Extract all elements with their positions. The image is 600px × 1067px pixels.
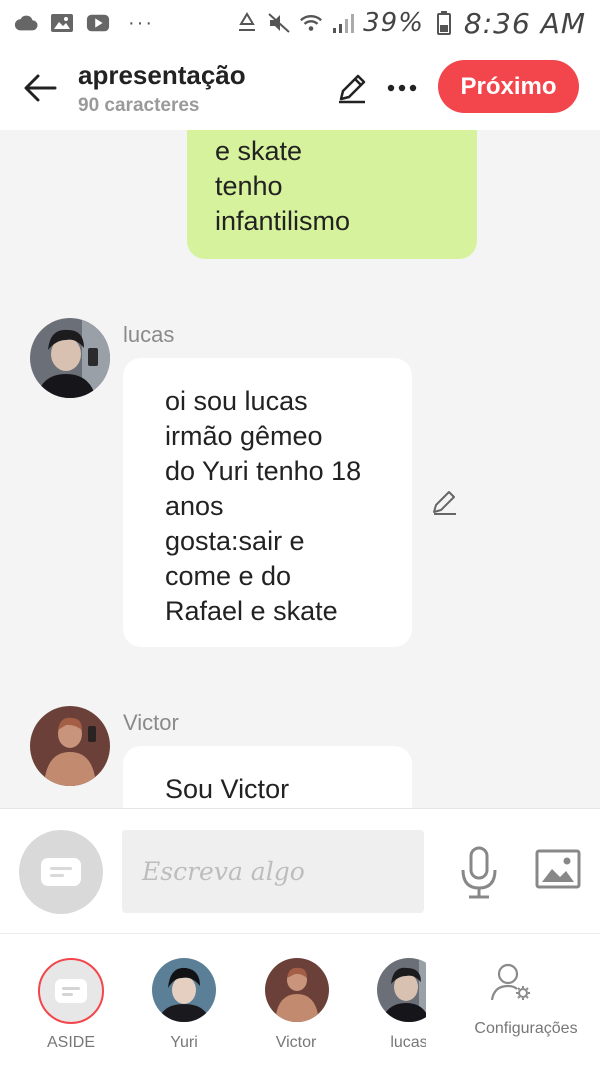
message-line: come e do [165,561,292,591]
character-lucas[interactable]: lucas [352,934,426,1067]
status-bar: ··· 39% 8:36 AM [0,0,600,46]
character-aside[interactable]: ASIDE [16,934,126,1067]
character-select-button[interactable] [19,830,103,914]
status-bar-left: ··· [14,12,154,35]
message-line: e skate [215,136,303,166]
character-count: 90 caracteres [78,94,200,116]
back-arrow-icon[interactable] [20,68,60,108]
mute-icon [267,13,291,33]
avatar-lucas-small [377,958,426,1022]
avatar-victor-small [265,958,329,1022]
chat-area[interactable]: e skate tenho infantilismo lucas oi sou … [0,130,600,808]
next-button[interactable]: Próximo [438,60,579,113]
composer: Escreva algo [0,808,600,933]
pencil-icon[interactable] [334,70,370,106]
signal-icon [331,13,355,33]
character-victor[interactable]: Victor [241,934,351,1067]
message-line: oi sou lucas [165,386,308,416]
aside-icon [38,958,104,1024]
message-bubble: Sou Victor [123,746,412,808]
message-bubble-own: e skate tenho infantilismo [187,130,477,259]
title-block: apresentação 90 caracteres [78,60,246,117]
message-line: irmão gêmeo [165,421,323,451]
message-line: Sou Victor [165,774,290,804]
app-header: apresentação 90 caracteres Próximo [0,46,600,130]
cloud-icon [14,13,38,33]
recycle-icon [235,12,259,33]
page-title: apresentação [78,59,246,90]
battery-icon [432,11,456,35]
avatar-yuri [152,958,216,1022]
status-bar-right: 39% 8:36 AM [235,7,586,40]
message-line: infantilismo [215,206,351,236]
more-options-icon[interactable] [384,70,420,106]
message-line: gosta:sair e [165,526,305,556]
character-label: Yuri [170,1034,198,1051]
battery-percent: 39% [363,8,424,38]
sender-name: lucas [123,322,175,347]
character-label: Victor [275,1034,317,1051]
settings-label: Configurações [474,1020,578,1037]
youtube-icon [86,13,110,33]
more-notifications-icon: ··· [128,11,154,34]
message-line: tenho [215,171,283,201]
character-label: ASIDE [46,1034,95,1051]
microphone-icon[interactable] [458,845,500,901]
character-bar: ASIDE Yuri Victor lucas Configurações [0,933,600,1067]
image-upload-icon[interactable] [535,849,581,889]
settings-button[interactable]: Configurações [456,934,596,1067]
sender-name: Victor [123,710,179,735]
clock: 8:36 AM [463,6,586,40]
user-settings-icon [490,962,532,1002]
character-label: lucas [390,1034,426,1051]
image-icon [50,13,74,33]
wifi-icon [299,13,323,33]
message-line: do Yuri tenho 18 [165,456,362,486]
message-line: Rafael e skate [165,596,338,626]
message-input[interactable]: Escreva algo [122,830,424,913]
avatar-lucas[interactable] [30,318,110,398]
avatar-victor[interactable] [30,706,110,786]
message-bubble: oi sou lucas irmão gêmeo do Yuri tenho 1… [123,358,412,647]
message-line: anos [165,491,224,521]
edit-message-icon[interactable] [430,487,460,517]
character-yuri[interactable]: Yuri [129,934,239,1067]
